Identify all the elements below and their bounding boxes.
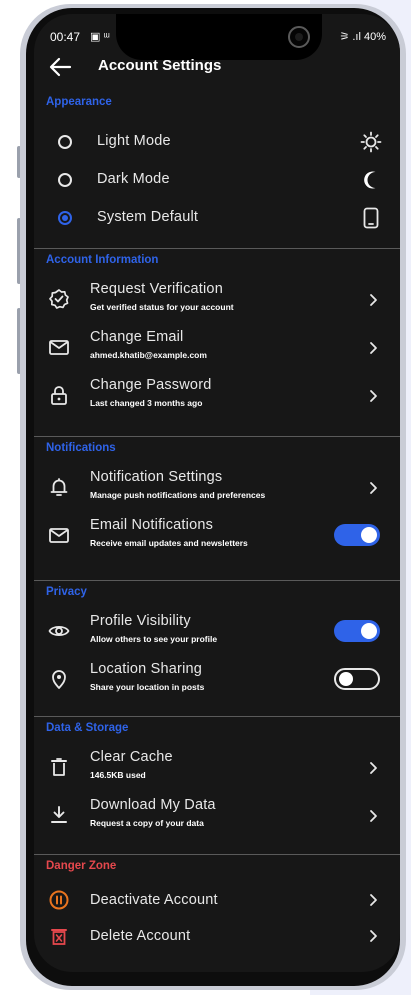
section-divider — [34, 580, 400, 581]
item-title: Clear Cache — [90, 749, 173, 765]
item-subtitle: Allow others to see your profile — [90, 634, 218, 644]
item-subtitle: Get verified status for your account — [90, 302, 234, 312]
delete-box-icon — [48, 925, 70, 947]
eye-icon — [48, 620, 70, 642]
option-light-mode[interactable]: Light Mode — [34, 122, 400, 162]
item-location-sharing[interactable]: Location Sharing Share your location in … — [34, 656, 400, 704]
email-notifications-toggle[interactable] — [334, 524, 380, 546]
status-bar: 00:47 ▣ ᵚ ⚞ .ıl 40% — [50, 30, 386, 48]
item-deactivate-account[interactable]: Deactivate Account — [34, 882, 400, 918]
chevron-right-icon — [368, 929, 378, 943]
phone-icon — [360, 207, 382, 229]
section-title-danger-zone: Danger Zone — [46, 860, 117, 872]
mail-icon — [48, 336, 70, 358]
mail-icon — [48, 524, 70, 546]
chevron-right-icon — [368, 809, 378, 823]
chevron-right-icon — [368, 893, 378, 907]
option-system-default[interactable]: System Default — [34, 198, 400, 238]
radio-light-mode[interactable] — [58, 135, 72, 149]
item-change-email[interactable]: Change Email ahmed.khatib@example.com — [34, 324, 400, 372]
item-title: Profile Visibility — [90, 613, 191, 629]
item-title: Change Password — [90, 377, 212, 393]
item-title: Location Sharing — [90, 661, 203, 677]
app-header: Account Settings — [34, 54, 400, 82]
option-label: Dark Mode — [97, 171, 170, 187]
status-battery-signal: ⚞ .ıl 40% — [339, 31, 386, 43]
section-divider — [34, 248, 400, 249]
item-download-my-data[interactable]: Download My Data Request a copy of your … — [34, 792, 400, 840]
radio-system-default[interactable] — [58, 211, 72, 225]
item-title: Request Verification — [90, 281, 223, 297]
moon-icon — [360, 169, 382, 191]
status-time: 00:47 — [50, 30, 81, 44]
radio-dark-mode[interactable] — [58, 173, 72, 187]
item-title: Download My Data — [90, 797, 216, 813]
verified-badge-icon — [48, 288, 70, 310]
item-title: Deactivate Account — [90, 892, 218, 908]
app-screen: 00:47 ▣ ᵚ ⚞ .ıl 40% Account Settings App… — [34, 14, 400, 972]
arrow-left-icon[interactable] — [48, 56, 72, 78]
location-sharing-toggle[interactable] — [334, 668, 380, 690]
bell-icon — [48, 476, 70, 498]
option-label: Light Mode — [97, 133, 171, 149]
chevron-right-icon — [368, 389, 378, 403]
lock-icon — [48, 384, 70, 406]
item-title: Delete Account — [90, 928, 191, 944]
item-clear-cache[interactable]: Clear Cache 146.5KB used — [34, 744, 400, 792]
item-title: Notification Settings — [90, 469, 223, 485]
item-subtitle: Manage push notifications and preference… — [90, 490, 266, 500]
item-title: Email Notifications — [90, 517, 214, 533]
section-divider — [34, 716, 400, 717]
item-change-password[interactable]: Change Password Last changed 3 months ag… — [34, 372, 400, 420]
chevron-right-icon — [368, 341, 378, 355]
location-pin-icon — [48, 668, 70, 690]
option-label: System Default — [97, 209, 199, 225]
section-title-data-storage: Data & Storage — [46, 722, 129, 734]
chevron-right-icon — [368, 761, 378, 775]
option-dark-mode[interactable]: Dark Mode — [34, 160, 400, 200]
trash-icon — [48, 756, 70, 778]
chevron-right-icon — [368, 293, 378, 307]
item-subtitle: Last changed 3 months ago — [90, 398, 203, 408]
item-subtitle: 146.5KB used — [90, 770, 146, 780]
item-subtitle: Receive email updates and newsletters — [90, 538, 248, 548]
item-email-notifications[interactable]: Email Notifications Receive email update… — [34, 512, 400, 560]
page-title: Account Settings — [98, 57, 222, 74]
pause-circle-icon — [48, 889, 70, 911]
section-divider — [34, 854, 400, 855]
section-title-privacy: Privacy — [46, 586, 87, 598]
item-subtitle: Request a copy of your data — [90, 818, 204, 828]
download-icon — [48, 804, 70, 826]
item-subtitle: ahmed.khatib@example.com — [90, 350, 207, 360]
item-request-verification[interactable]: Request Verification Get verified status… — [34, 276, 400, 324]
item-subtitle: Share your location in posts — [90, 682, 205, 692]
item-notification-settings[interactable]: Notification Settings Manage push notifi… — [34, 464, 400, 512]
chevron-right-icon — [368, 481, 378, 495]
item-profile-visibility[interactable]: Profile Visibility Allow others to see y… — [34, 608, 400, 656]
sun-icon — [360, 131, 382, 153]
status-notification-icons: ▣ ᵚ — [90, 31, 110, 43]
item-delete-account[interactable]: Delete Account — [34, 918, 400, 954]
section-title-appearance: Appearance — [46, 96, 112, 108]
section-divider — [34, 436, 400, 437]
section-title-notifications: Notifications — [46, 442, 116, 454]
profile-visibility-toggle[interactable] — [334, 620, 380, 642]
item-title: Change Email — [90, 329, 184, 345]
section-title-account-information: Account Information — [46, 254, 159, 266]
